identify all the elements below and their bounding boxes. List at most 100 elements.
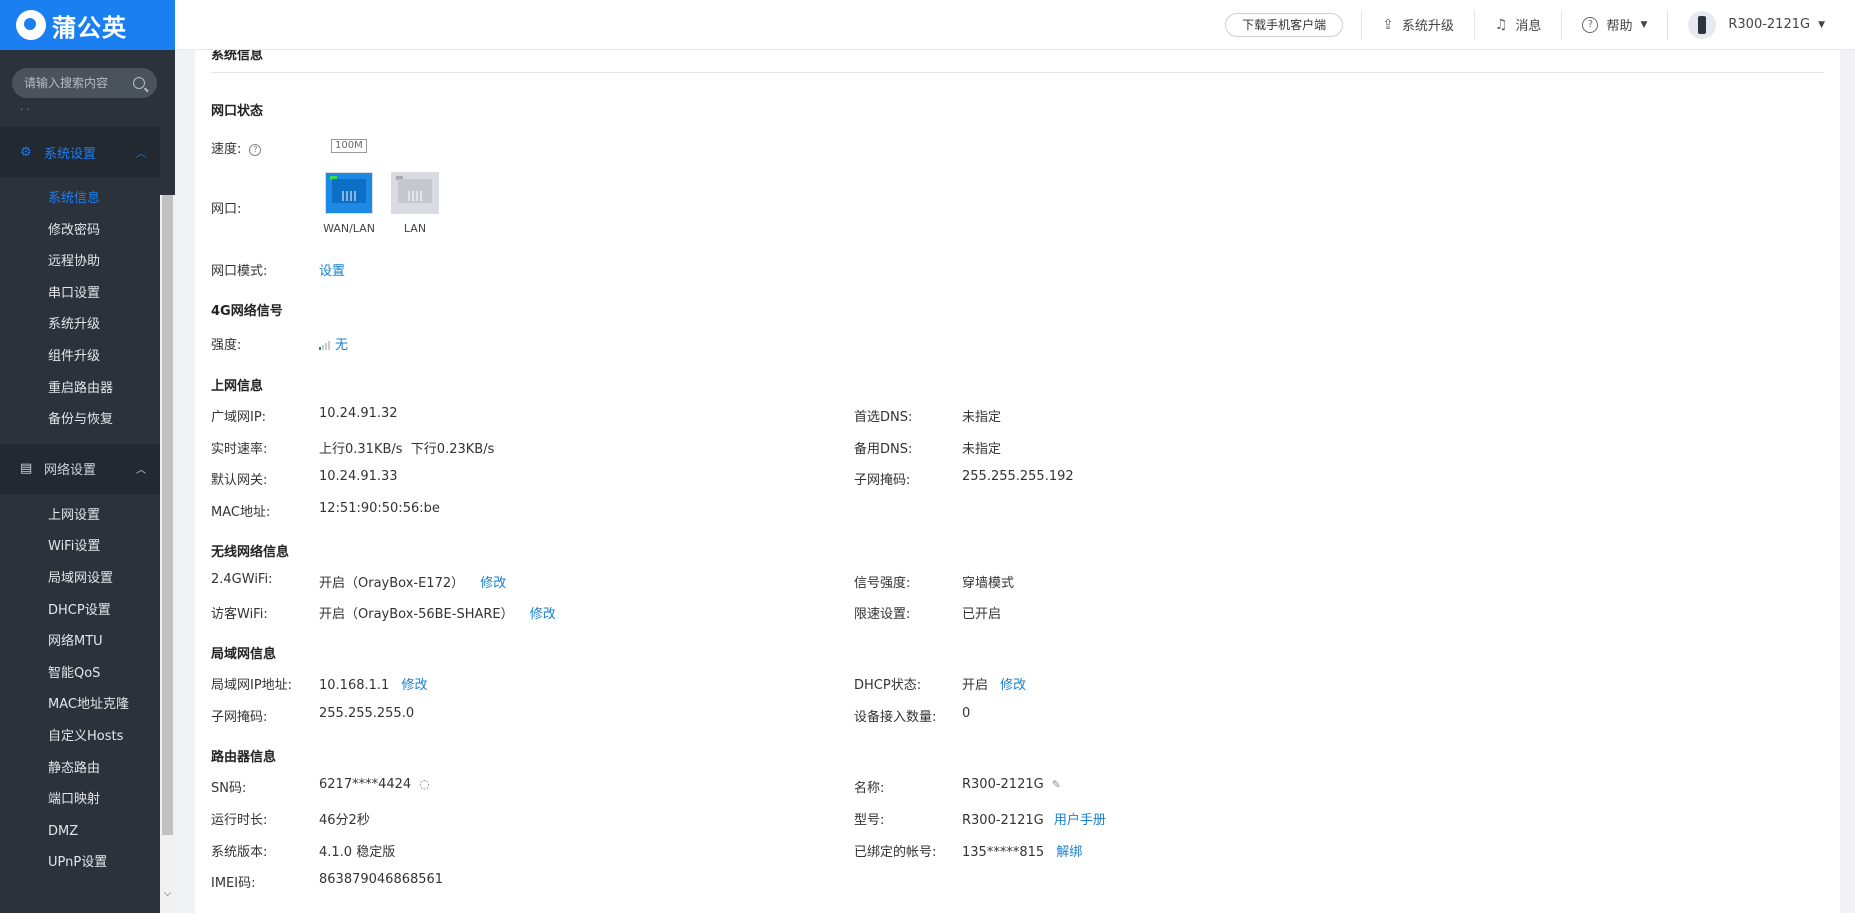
guest-wifi-edit-link[interactable]: 修改 — [530, 607, 556, 622]
chevron-down-icon[interactable]: ⌵ — [160, 888, 175, 899]
rocket-icon: ⇪ — [1382, 16, 1394, 33]
main-content: 系统信息 网口状态 速度:? 100M 网口: WAN/LAN LAN 网口模式… — [195, 50, 1840, 913]
sidebar-item-hosts[interactable]: 自定义Hosts — [0, 721, 160, 753]
strength-label: 强度: — [211, 338, 242, 353]
messages-button[interactable]: ♫ 消息 — [1475, 15, 1562, 35]
user-manual-link[interactable]: 用户手册 — [1054, 813, 1106, 828]
sidebar-group-network[interactable]: ▤ 网络设置 ︿ — [0, 443, 160, 494]
eye-hidden-icon[interactable]: ◌ — [419, 777, 429, 791]
sidebar-item-mtu[interactable]: 网络MTU — [0, 626, 160, 658]
wifi24-edit-link[interactable]: 修改 — [480, 576, 506, 591]
document-icon: ▤ — [20, 461, 33, 477]
sidebar-group-label: 系统设置 — [44, 146, 97, 162]
pencil-icon[interactable]: ✎ — [1052, 778, 1061, 791]
sidebar-item-static-route[interactable]: 静态路由 — [0, 753, 160, 785]
help-menu[interactable]: ? 帮助 ▼ — [1562, 15, 1667, 34]
model-label: 型号: — [854, 813, 885, 828]
scrollbar-thumb[interactable] — [162, 195, 173, 835]
search-box — [12, 68, 157, 98]
dhcp-edit-link[interactable]: 修改 — [1000, 678, 1026, 693]
wifi24-value: 开启（OrayBox-E172） — [319, 576, 465, 591]
sidebar-item-qos[interactable]: 智能QoS — [0, 658, 160, 690]
wan-ip-value: 10.24.91.32 — [319, 406, 398, 421]
port-label: 网口: — [211, 202, 242, 217]
sidebar-item-internet-settings[interactable]: 上网设置 — [0, 500, 160, 532]
speed-badge: 100M — [331, 139, 367, 153]
divider — [211, 72, 1824, 73]
brand-name: 蒲公英 — [52, 13, 127, 42]
sidebar-scrollbar[interactable]: ⌵ — [160, 195, 175, 913]
sidebar-group-system[interactable]: ⚙ 系统设置 ︿ — [0, 127, 160, 177]
wifi24-label: 2.4GWiFi: — [211, 572, 273, 587]
speed-limit-value: 已开启 — [962, 607, 1002, 622]
lan-ip-row: 10.168.1.1 修改 — [319, 674, 427, 693]
section-heading-ports: 网口状态 — [211, 104, 264, 119]
caret-down-icon: ▼ — [1640, 19, 1648, 30]
help-icon: ? — [1582, 16, 1599, 33]
device-name: R300-2121G — [1728, 17, 1811, 32]
sidebar-item-reboot[interactable]: 重启路由器 — [0, 373, 160, 405]
sidebar-item-upnp[interactable]: UPnP设置 — [0, 847, 160, 879]
bell-icon: ♫ — [1494, 16, 1508, 33]
port-name-lan: LAN — [403, 222, 427, 235]
gear-icon: ⚙ — [20, 144, 32, 160]
sidebar-item-component-upgrade[interactable]: 组件升级 — [0, 341, 160, 373]
lan-mask-label: 子网掩码: — [211, 710, 268, 725]
model-row: R300-2121G 用户手册 — [962, 809, 1106, 828]
sidebar: 蒲公英 · · ⚙ 系统设置 ︿ 系统信息 修改密码 远程协助 串口设置 系统升… — [0, 0, 175, 913]
sidebar-item-dhcp-settings[interactable]: DHCP设置 — [0, 595, 160, 627]
bound-account-label: 已绑定的帐号: — [854, 845, 937, 860]
uptime-label: 运行时长: — [211, 813, 268, 828]
mac-label: MAC地址: — [211, 505, 271, 520]
router-name-row: R300-2121G ✎ — [962, 777, 1061, 792]
sidebar-item-system-upgrade[interactable]: 系统升级 — [0, 309, 160, 341]
speed-label: 速度: — [211, 142, 242, 157]
caret-down-icon: ▼ — [1818, 19, 1825, 30]
speed-limit-label: 限速设置: — [854, 607, 911, 622]
sidebar-item-remote-assist[interactable]: 远程协助 — [0, 246, 160, 278]
speed-label-row: 速度:? — [211, 138, 262, 157]
sidebar-item-system-info[interactable]: 系统信息 — [0, 183, 160, 215]
sidebar-item-port-mapping[interactable]: 端口映射 — [0, 784, 160, 816]
port-name-wan: WAN/LAN — [323, 222, 375, 235]
version-label: 系统版本: — [211, 845, 268, 860]
download-client-button[interactable]: 下载手机客户端 — [1225, 12, 1344, 37]
lan-mask-value: 255.255.255.0 — [319, 706, 415, 721]
chevron-up-icon: ︿ — [136, 465, 146, 477]
sidebar-item-wifi-settings[interactable]: WiFi设置 — [0, 531, 160, 563]
search-icon[interactable] — [133, 77, 145, 89]
wan-port-icon — [325, 172, 373, 214]
router-avatar-icon — [1688, 10, 1717, 39]
brand-logo[interactable]: 蒲公英 — [0, 0, 175, 50]
sidebar-item-mac-clone[interactable]: MAC地址克隆 — [0, 689, 160, 721]
device-menu[interactable]: R300-2121G ▼ — [1668, 10, 1845, 39]
system-upgrade-label: 系统升级 — [1401, 19, 1454, 34]
dandelion-logo-icon — [16, 10, 46, 40]
sidebar-item-lan-settings[interactable]: 局域网设置 — [0, 563, 160, 595]
menu-overflow-indicator: · · — [20, 105, 30, 116]
lan-ip-value: 10.168.1.1 — [319, 678, 390, 693]
section-heading-4g: 4G网络信号 — [211, 304, 283, 319]
sidebar-item-serial-settings[interactable]: 串口设置 — [0, 278, 160, 310]
unbind-link[interactable]: 解绑 — [1056, 845, 1082, 860]
sidebar-item-dmz[interactable]: DMZ — [0, 816, 160, 848]
search-input[interactable] — [24, 76, 129, 90]
guest-wifi-label: 访客WiFi: — [211, 607, 268, 622]
system-upgrade-button[interactable]: ⇪ 系统升级 — [1362, 15, 1474, 35]
sidebar-item-change-password[interactable]: 修改密码 — [0, 215, 160, 247]
imei-value: 863879046868561 — [319, 872, 444, 887]
bound-account-value: 135*****815 — [962, 845, 1045, 860]
lan-ip-edit-link[interactable]: 修改 — [401, 678, 427, 693]
question-icon[interactable]: ? — [249, 143, 262, 156]
wifi24-row: 开启（OrayBox-E172） 修改 — [319, 572, 506, 591]
sidebar-item-backup[interactable]: 备份与恢复 — [0, 404, 160, 436]
rate-label: 实时速率: — [211, 442, 268, 457]
help-label: 帮助 — [1606, 19, 1633, 34]
router-name-value: R300-2121G — [962, 777, 1044, 792]
port-mode-settings-link[interactable]: 设置 — [319, 260, 345, 279]
lan-port-icon — [391, 172, 439, 214]
port-mode-label: 网口模式: — [211, 264, 268, 279]
gateway-label: 默认网关: — [211, 473, 268, 488]
sn-value: 6217****4424 — [319, 777, 412, 792]
wan-mask-value: 255.255.255.192 — [962, 469, 1074, 484]
